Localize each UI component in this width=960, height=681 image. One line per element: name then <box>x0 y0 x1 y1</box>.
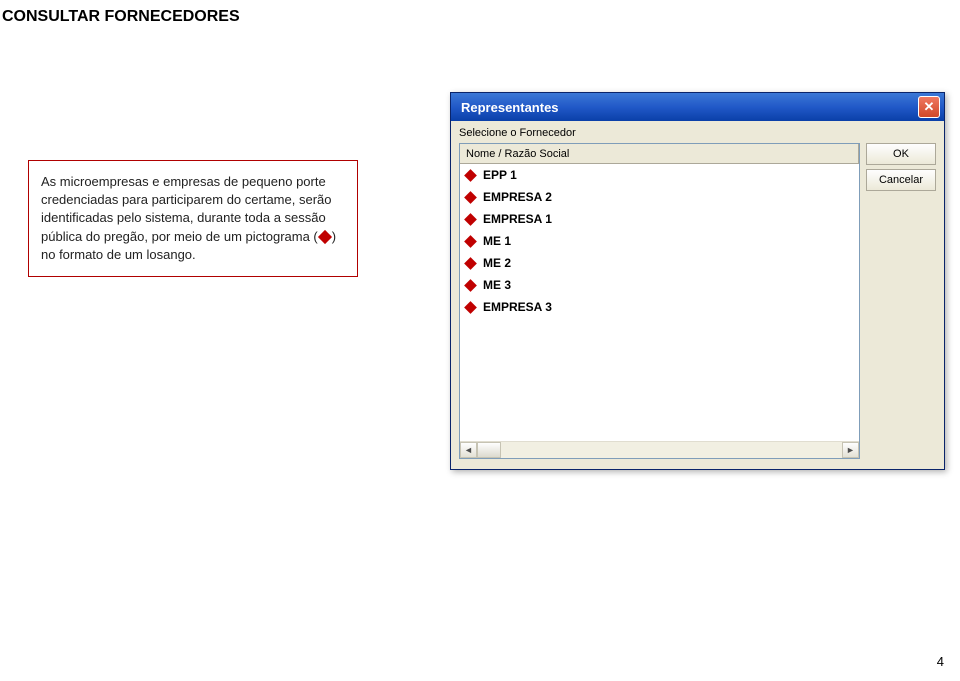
diamond-icon <box>464 169 477 182</box>
list-item-label: ME 3 <box>483 278 511 292</box>
list-item[interactable]: ME 3 <box>460 274 859 296</box>
info-callout: As microempresas e empresas de pequeno p… <box>28 160 358 277</box>
chevron-right-icon: ► <box>846 445 855 455</box>
diamond-icon <box>464 279 477 292</box>
info-text-before: As microempresas e empresas de pequeno p… <box>41 174 331 244</box>
supplier-list: Nome / Razão Social EPP 1 EMPRESA 2 EMPR… <box>459 143 860 459</box>
dialog-representantes: Representantes ✕ Selecione o Fornecedor … <box>450 92 945 470</box>
button-column: OK Cancelar <box>866 143 936 459</box>
cancel-button[interactable]: Cancelar <box>866 169 936 191</box>
scroll-thumb[interactable] <box>477 442 501 458</box>
list-item[interactable]: ME 1 <box>460 230 859 252</box>
dialog-label: Selecione o Fornecedor <box>459 127 936 139</box>
list-content: EPP 1 EMPRESA 2 EMPRESA 1 ME 1 <box>460 164 859 441</box>
chevron-left-icon: ◄ <box>464 445 473 455</box>
page-number: 4 <box>937 654 944 669</box>
list-item[interactable]: EMPRESA 3 <box>460 296 859 318</box>
close-icon: ✕ <box>924 99 935 115</box>
column-header[interactable]: Nome / Razão Social <box>460 144 859 164</box>
diamond-icon <box>464 257 477 270</box>
list-item-label: EMPRESA 2 <box>483 190 552 204</box>
scrollbar-horizontal[interactable]: ◄ ► <box>460 441 859 458</box>
dialog-body: Selecione o Fornecedor Nome / Razão Soci… <box>451 121 944 469</box>
list-item-label: EMPRESA 3 <box>483 300 552 314</box>
list-item-label: ME 1 <box>483 234 511 248</box>
list-item-label: EMPRESA 1 <box>483 212 552 226</box>
close-button[interactable]: ✕ <box>918 96 940 118</box>
scroll-track[interactable] <box>501 442 842 458</box>
diamond-icon <box>464 191 477 204</box>
scroll-right-button[interactable]: ► <box>842 442 859 458</box>
diamond-icon <box>318 230 332 244</box>
ok-button[interactable]: OK <box>866 143 936 165</box>
titlebar-title: Representantes <box>461 100 559 115</box>
scroll-left-button[interactable]: ◄ <box>460 442 477 458</box>
list-item-label: ME 2 <box>483 256 511 270</box>
diamond-icon <box>464 235 477 248</box>
list-item[interactable]: ME 2 <box>460 252 859 274</box>
list-item[interactable]: EPP 1 <box>460 164 859 186</box>
titlebar[interactable]: Representantes ✕ <box>451 93 944 121</box>
list-item[interactable]: EMPRESA 2 <box>460 186 859 208</box>
diamond-icon <box>464 301 477 314</box>
list-item[interactable]: EMPRESA 1 <box>460 208 859 230</box>
list-item-label: EPP 1 <box>483 168 517 182</box>
page-title: CONSULTAR FORNECEDORES <box>0 0 960 26</box>
diamond-icon <box>464 213 477 226</box>
